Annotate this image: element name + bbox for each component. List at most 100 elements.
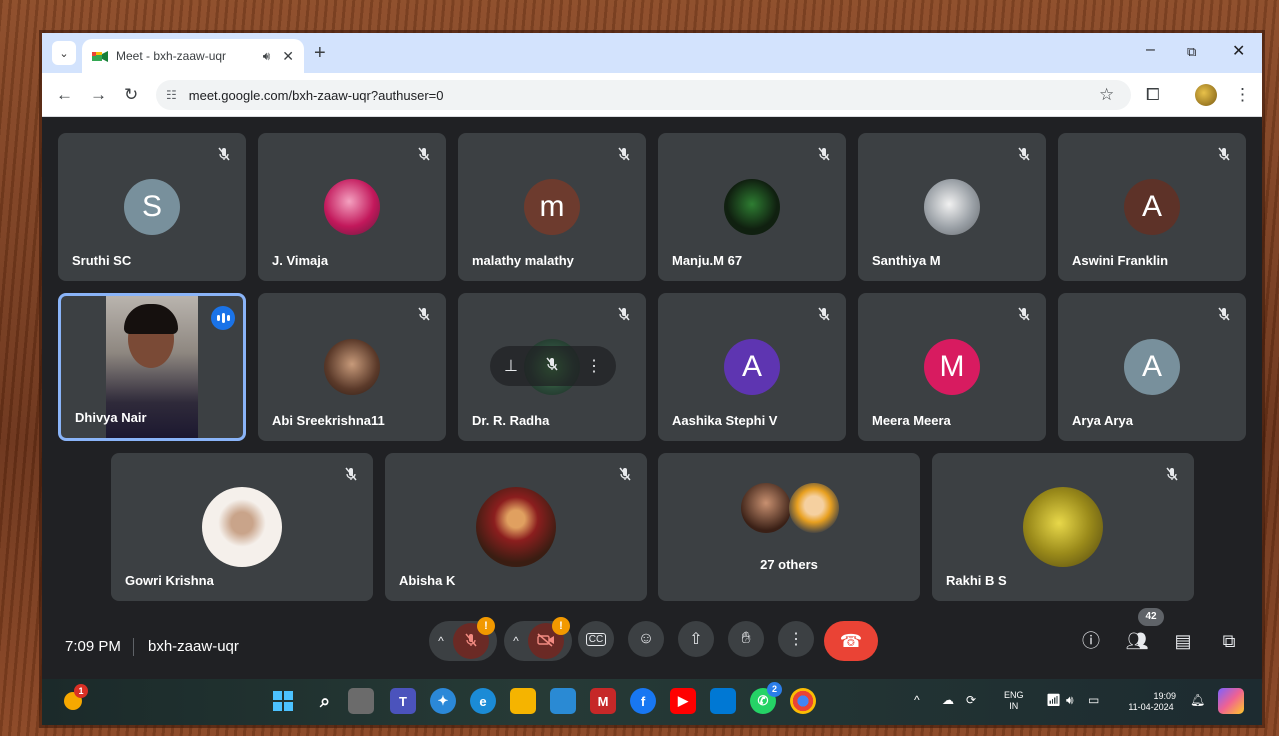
participant-name: Aashika Stephi V <box>672 413 778 428</box>
avatar: S <box>124 179 180 235</box>
mic-control: ^ ! <box>429 617 497 661</box>
leave-call-button[interactable]: ☎︎ <box>824 621 878 661</box>
participant-name: malathy malathy <box>472 253 574 268</box>
video-settings-chevron-icon[interactable]: ^ <box>504 634 528 648</box>
forward-icon[interactable]: → <box>90 85 107 105</box>
more-options-icon[interactable]: ⋮ <box>586 356 602 376</box>
avatar: A <box>1124 179 1180 235</box>
participant-tile[interactable]: Manju.M 67 <box>658 133 846 281</box>
browser-window: ⌄ Meet - bxh-zaaw-uqr 🔊︎ ✕ + – ⧉ ✕ ← → ↻… <box>42 33 1262 725</box>
reload-icon[interactable]: ↻ <box>124 85 138 105</box>
mic-off-icon <box>1162 466 1182 486</box>
site-settings-icon[interactable]: ☷ <box>166 88 177 102</box>
mcafee-icon[interactable]: M <box>590 688 616 714</box>
file-explorer-icon[interactable] <box>510 688 536 714</box>
browser-menu-icon[interactable]: ⋮ <box>1234 85 1251 105</box>
meeting-info-icon[interactable]: ⓘ <box>1078 628 1104 654</box>
address-bar-row: ← → ↻ ☷ meet.google.com/bxh-zaaw-uqr?aut… <box>42 73 1262 117</box>
show-hidden-icons-chevron-icon[interactable]: ^ <box>914 693 920 707</box>
camera-warning-badge: ! <box>552 617 570 635</box>
participant-tile[interactable]: A Aashika Stephi V <box>658 293 846 441</box>
participant-tile[interactable]: m malathy malathy <box>458 133 646 281</box>
reactions-button[interactable]: ☺ <box>628 621 664 657</box>
captions-icon: CC <box>585 632 607 646</box>
copilot-tray-icon[interactable] <box>1218 688 1244 714</box>
refresh-sync-icon[interactable]: ⟳ <box>966 693 976 707</box>
activities-icon[interactable]: ⧉ <box>1216 628 1242 654</box>
minimize-button[interactable]: – <box>1146 41 1155 59</box>
participant-tile[interactable]: Rakhi B S <box>932 453 1194 601</box>
tab-meet[interactable]: Meet - bxh-zaaw-uqr 🔊︎ ✕ <box>82 39 304 73</box>
raise-hand-button[interactable]: ✋︎ <box>728 621 764 657</box>
captions-button[interactable]: CC <box>578 621 614 657</box>
participant-tile[interactable]: Abi Sreekrishna11 <box>258 293 446 441</box>
microphone-toggle-button[interactable]: ! <box>453 617 495 659</box>
participant-name: Manju.M 67 <box>672 253 743 268</box>
volume-icon[interactable]: 🔊︎ <box>1066 693 1074 708</box>
extensions-icon[interactable]: ⧠ <box>1146 85 1160 105</box>
participant-tile[interactable]: J. Vimaja <box>258 133 446 281</box>
others-count-label: 27 others <box>760 557 818 572</box>
participant-name: Abi Sreekrishna11 <box>272 413 385 428</box>
edge-icon[interactable]: e <box>470 688 496 714</box>
participant-tile[interactable]: A Aswini Franklin <box>1058 133 1246 281</box>
whatsapp-icon[interactable]: ✆ 2 <box>750 682 782 714</box>
participant-name: Sruthi SC <box>72 253 132 268</box>
participant-tile[interactable]: Gowri Krishna <box>111 453 373 601</box>
people-icon[interactable]: 👥︎ <box>1124 628 1150 654</box>
emoji-icon: ☺ <box>637 630 655 647</box>
participant-tile[interactable]: Santhiya M <box>858 133 1046 281</box>
avatar: m <box>524 179 580 235</box>
pin-icon[interactable]: ⊥ <box>504 356 518 376</box>
speaker-icon[interactable]: 🔊︎ <box>263 49 271 64</box>
mic-off-icon <box>615 466 635 486</box>
language-indicator[interactable]: ENG IN <box>1004 690 1024 712</box>
url-input[interactable]: ☷ meet.google.com/bxh-zaaw-uqr?authuser=… <box>156 80 1131 110</box>
audio-settings-chevron-icon[interactable]: ^ <box>429 634 453 648</box>
taskbar: 1 ⌕ T ✦ e M f ▶ ✆ 2 ^ ☁ ⟳ ENG IN 📶︎ 🔊︎ ▭… <box>42 679 1262 725</box>
profile-avatar[interactable] <box>1195 84 1217 106</box>
mic-off-icon <box>214 146 234 166</box>
windows-start-icon[interactable] <box>270 688 296 714</box>
weather-badge: 1 <box>74 684 88 698</box>
present-screen-button[interactable]: ⇧ <box>678 621 714 657</box>
avatar <box>476 487 556 567</box>
tab-title: Meet - bxh-zaaw-uqr <box>116 49 227 63</box>
task-view-icon[interactable] <box>348 688 374 714</box>
more-options-button[interactable]: ⋮ <box>778 621 814 657</box>
avatar: A <box>724 339 780 395</box>
facebook-icon[interactable]: f <box>630 688 656 714</box>
bookmark-star-icon[interactable]: ☆ <box>1099 85 1114 105</box>
chrome-icon[interactable] <box>790 688 816 714</box>
participant-tile[interactable]: A Arya Arya <box>1058 293 1246 441</box>
youtube-icon[interactable]: ▶ <box>670 688 696 714</box>
onedrive-icon[interactable]: ☁ <box>942 693 954 707</box>
participant-tile[interactable]: ⊥ ⋮ Dr. R. Radha <box>458 293 646 441</box>
back-icon[interactable]: ← <box>56 85 73 105</box>
participant-tile[interactable]: Abisha K <box>385 453 647 601</box>
tab-search-button[interactable]: ⌄ <box>52 41 76 65</box>
weather-widget-icon[interactable]: 1 <box>60 684 88 714</box>
camera-toggle-button[interactable]: ! <box>528 617 570 659</box>
new-tab-button[interactable]: + <box>314 42 326 65</box>
participant-name: Dhivya Nair <box>75 410 147 425</box>
camera-control: ^ ! <box>504 617 572 661</box>
microsoft-store-icon[interactable] <box>710 688 736 714</box>
wifi-icon[interactable]: 📶︎ <box>1046 693 1061 707</box>
others-tile[interactable]: 27 others <box>658 453 920 601</box>
chat-icon[interactable]: ▤ <box>1170 628 1196 654</box>
search-icon[interactable]: ⌕ <box>312 688 338 714</box>
participant-tile[interactable]: S Sruthi SC <box>58 133 246 281</box>
tab-close-icon[interactable]: ✕ <box>282 48 294 65</box>
battery-icon[interactable]: ▭ <box>1088 693 1099 707</box>
copilot-icon[interactable]: ✦ <box>430 688 456 714</box>
close-window-button[interactable]: ✕ <box>1232 41 1245 61</box>
teams-icon[interactable]: T <box>390 688 416 714</box>
restore-button[interactable]: ⧉ <box>1187 44 1196 60</box>
store-icon[interactable] <box>550 688 576 714</box>
participant-tile-speaking[interactable]: Dhivya Nair <box>58 293 246 441</box>
system-clock[interactable]: 19:09 11-04-2024 <box>1116 691 1186 713</box>
notification-bell-icon[interactable]: 🔔︎ <box>1190 693 1205 707</box>
participant-tile[interactable]: M Meera Meera <box>858 293 1046 441</box>
meeting-code: bxh-zaaw-uqr <box>148 638 239 655</box>
